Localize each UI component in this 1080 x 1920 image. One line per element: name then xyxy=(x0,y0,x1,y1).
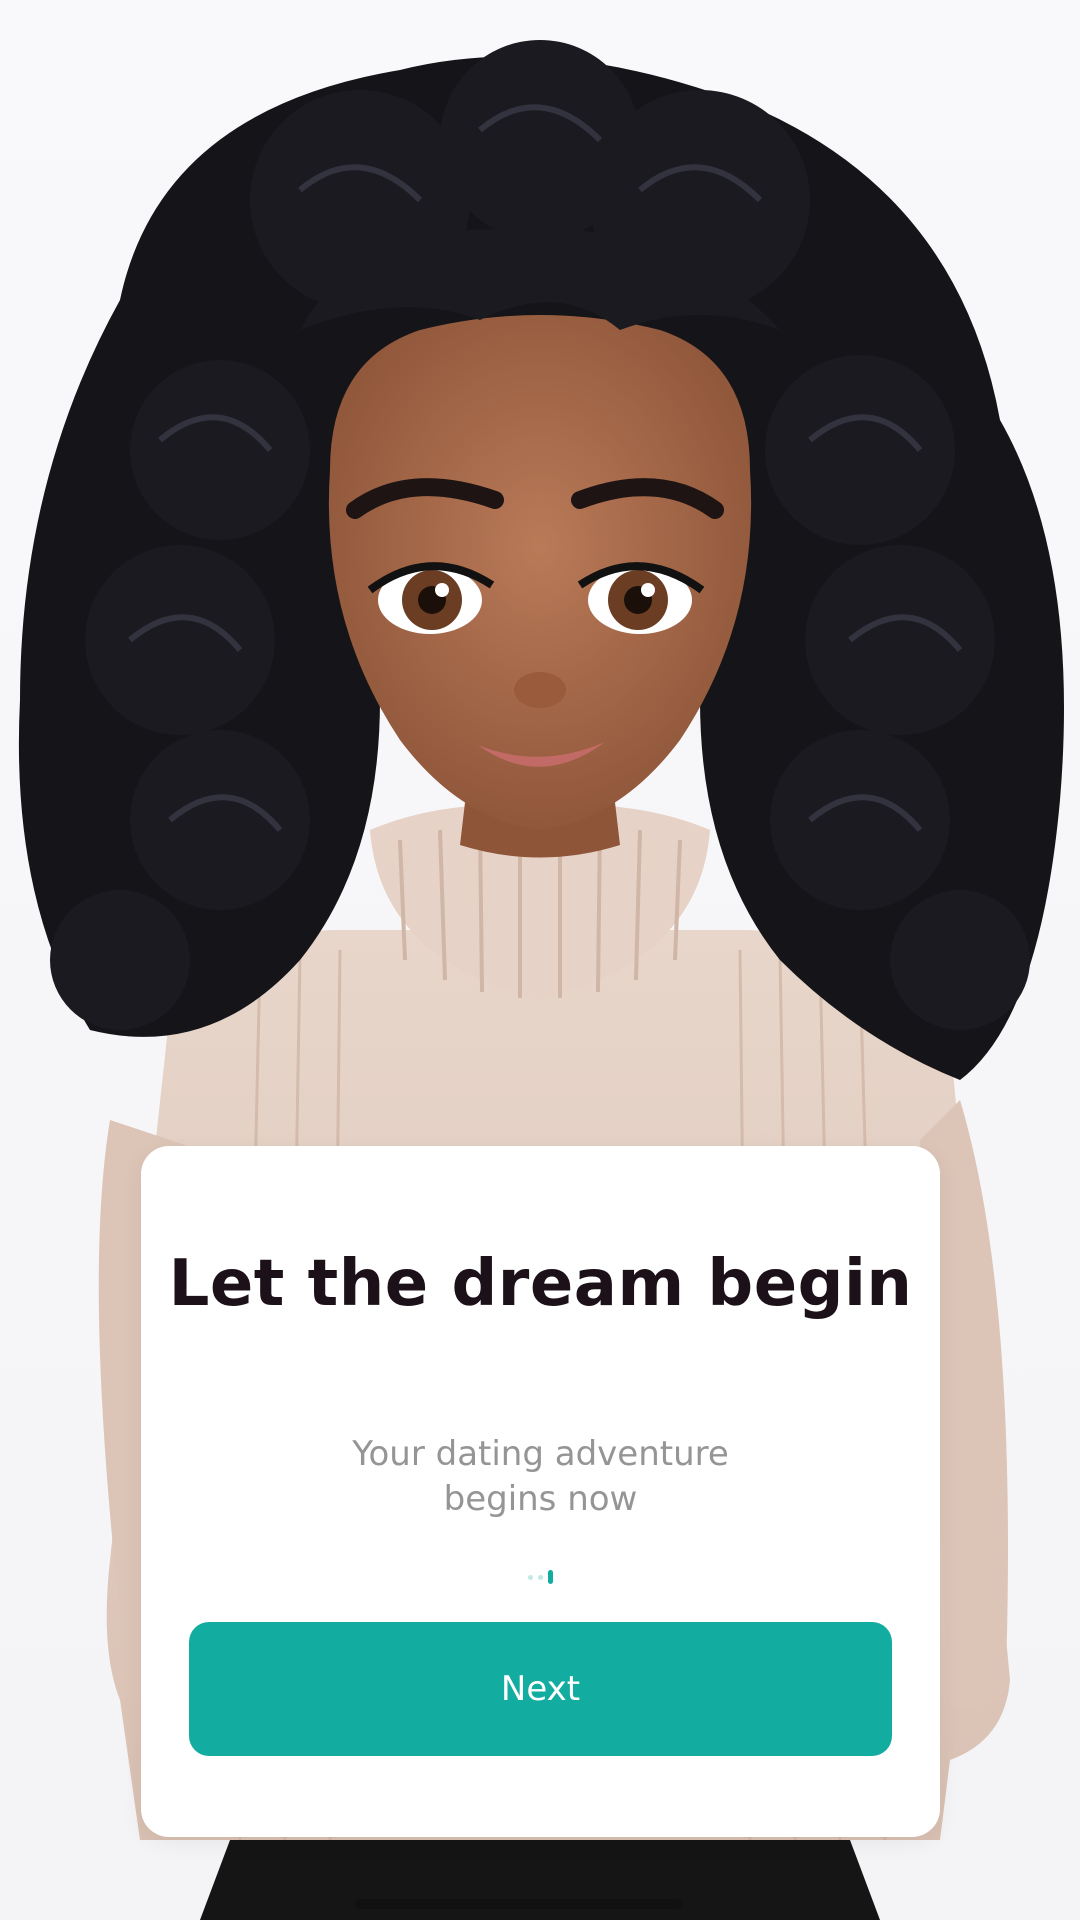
page-dot-3-active xyxy=(548,1570,553,1584)
onboarding-card: Let the dream begin Your dating adventur… xyxy=(141,1146,940,1837)
onboarding-screen: Let the dream begin Your dating adventur… xyxy=(0,0,1080,1920)
page-dot-2 xyxy=(538,1574,543,1580)
next-button[interactable]: Next xyxy=(189,1622,892,1756)
page-dot-1 xyxy=(528,1574,533,1580)
home-indicator xyxy=(355,1899,683,1909)
page-subtitle: Your dating adventure begins now xyxy=(352,1434,729,1519)
page-title: Let the dream begin xyxy=(168,1247,913,1321)
page-indicator xyxy=(141,1570,940,1584)
